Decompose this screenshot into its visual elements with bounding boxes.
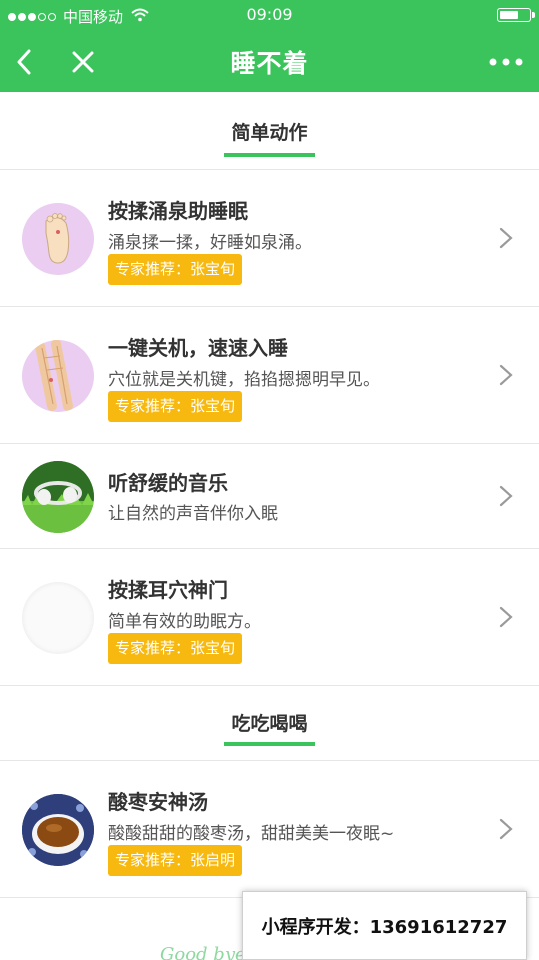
item-description: 穴位就是关机键，掐掐摁摁明早见。 bbox=[108, 370, 380, 390]
item-description: 涌泉揉一揉，好睡如泉涌。 bbox=[108, 233, 312, 253]
arm-bones-illustration bbox=[22, 340, 94, 412]
expert-badge: 专家推荐：张启明 bbox=[108, 845, 243, 876]
item-title: 按揉耳穴神门 bbox=[108, 578, 228, 602]
item-description: 酸酸甜甜的酸枣汤，甜甜美美一夜眠~ bbox=[108, 824, 395, 844]
chevron-right-icon bbox=[499, 485, 513, 507]
battery-icon bbox=[497, 8, 535, 22]
developer-contact-banner: 小程序开发：13691612727 bbox=[242, 891, 527, 960]
chevron-right-icon bbox=[499, 818, 513, 840]
expert-badge: 专家推荐：张宝旬 bbox=[108, 633, 243, 664]
list-item-foot-massage[interactable]: 按揉涌泉助睡眠 涌泉揉一揉，好睡如泉涌。 专家推荐：张宝旬 bbox=[0, 170, 539, 307]
chevron-right-icon bbox=[499, 606, 513, 628]
item-description: 简单有效的助眠方。 bbox=[108, 612, 261, 632]
navigation-bar: 睡不着 bbox=[0, 30, 539, 92]
section-underline bbox=[224, 153, 315, 157]
list-item-jujube-soup[interactable]: 酸枣安神汤 酸酸甜甜的酸枣汤，甜甜美美一夜眠~ 专家推荐：张启明 bbox=[0, 761, 539, 898]
foot-illustration bbox=[22, 203, 94, 275]
item-title: 一键关机，速速入睡 bbox=[108, 336, 288, 360]
list-item-soothing-music[interactable]: 听舒缓的音乐 让自然的声音伴你入眠 bbox=[0, 444, 539, 549]
section-header-food-drink: 吃吃喝喝 bbox=[0, 686, 539, 761]
item-title: 酸枣安神汤 bbox=[108, 790, 208, 814]
tea-cup-photo bbox=[22, 794, 94, 866]
status-time: 09:09 bbox=[246, 5, 293, 24]
section-title: 简单动作 bbox=[231, 122, 308, 144]
item-description: 让自然的声音伴你入眠 bbox=[108, 504, 278, 524]
status-bar: 中国移动 09:09 bbox=[0, 0, 539, 30]
chevron-right-icon bbox=[499, 227, 513, 249]
chevron-right-icon bbox=[499, 364, 513, 386]
section-title: 吃吃喝喝 bbox=[231, 713, 308, 735]
item-title: 听舒缓的音乐 bbox=[108, 471, 228, 495]
headphones-on-grass-photo bbox=[22, 461, 94, 533]
item-title: 按揉涌泉助睡眠 bbox=[108, 199, 248, 223]
section-underline bbox=[224, 742, 315, 746]
page-title: 睡不着 bbox=[230, 49, 309, 78]
expert-badge: 专家推荐：张宝旬 bbox=[108, 391, 243, 422]
blank-circle bbox=[22, 582, 94, 654]
expert-badge: 专家推荐：张宝旬 bbox=[108, 254, 243, 285]
section-header-simple-actions: 简单动作 bbox=[0, 92, 539, 170]
list-item-sleep-acupoint[interactable]: 一键关机，速速入睡 穴位就是关机键，掐掐摁摁明早见。 专家推荐：张宝旬 bbox=[0, 307, 539, 444]
list-item-ear-acupoint[interactable]: 按揉耳穴神门 简单有效的助眠方。 专家推荐：张宝旬 bbox=[0, 549, 539, 686]
more-dots-icon bbox=[489, 58, 523, 66]
more-button[interactable] bbox=[481, 42, 531, 82]
content-list: 简单动作 按揉涌泉助睡眠 涌泉揉一揉，好睡如泉涌。 专家推荐：张宝旬 一键关机，… bbox=[0, 92, 539, 898]
